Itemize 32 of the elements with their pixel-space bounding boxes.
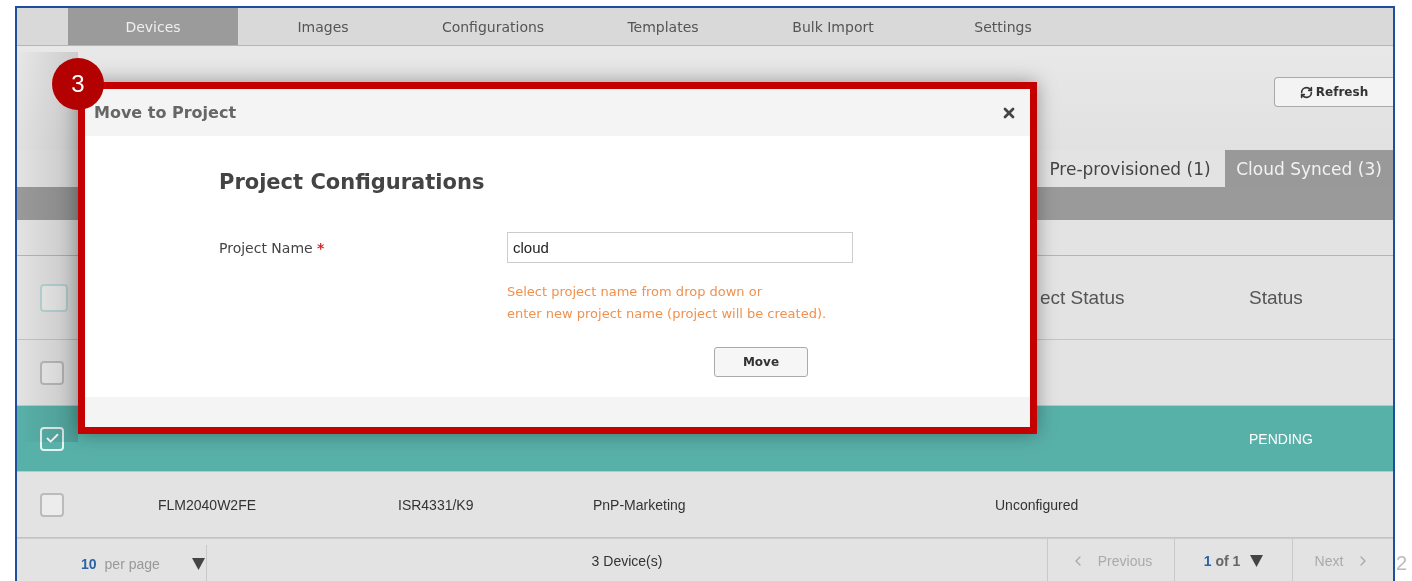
page-total: of 1 xyxy=(1215,553,1241,569)
field-label: Project Name * xyxy=(219,239,326,258)
select-all-checkbox[interactable] xyxy=(40,283,68,312)
refresh-button[interactable]: Refresh xyxy=(1274,77,1393,107)
help-text: Select project name from drop down or enter new project name (project will be created). xyxy=(507,283,828,323)
caret-icon xyxy=(191,558,205,570)
nav-tab[interactable]: Images xyxy=(238,8,408,45)
check-icon xyxy=(44,431,60,446)
nav-tab[interactable]: Settings xyxy=(918,8,1088,45)
move-button[interactable]: Move xyxy=(714,347,808,377)
table-cell-text: PnP-Marketing xyxy=(592,496,687,513)
column-header: Status xyxy=(1248,286,1304,309)
device-count: 3 Device(s) xyxy=(590,552,664,571)
table-cell-text: ISR4331/K9 xyxy=(397,496,475,513)
section-heading: Project Configurations xyxy=(219,170,486,194)
nav-tab[interactable]: Bulk Import xyxy=(748,8,918,45)
row-checkbox[interactable] xyxy=(40,492,64,517)
nav-tab[interactable]: Templates xyxy=(578,8,748,45)
table-cell-text: Unconfigured xyxy=(994,496,1080,513)
project-name-field[interactable]: cloud xyxy=(507,232,853,263)
table-cell-text: FLM2040W2FE xyxy=(157,496,258,513)
table-cell-text: PENDING xyxy=(1248,430,1314,447)
nav-tab[interactable]: Configurations xyxy=(408,8,578,45)
refresh-icon xyxy=(1299,85,1313,99)
row-checkbox[interactable] xyxy=(40,360,64,385)
caret-icon xyxy=(1250,555,1264,567)
page-number: 2 xyxy=(1396,552,1408,575)
current-page[interactable]: 1 xyxy=(1203,553,1212,569)
view-tab[interactable]: Pre-provisioned (1) xyxy=(1035,150,1225,187)
per-page-value[interactable]: 10 xyxy=(81,556,97,572)
column-header: ect Status xyxy=(1039,286,1126,309)
per-page-label: per page xyxy=(104,556,160,572)
